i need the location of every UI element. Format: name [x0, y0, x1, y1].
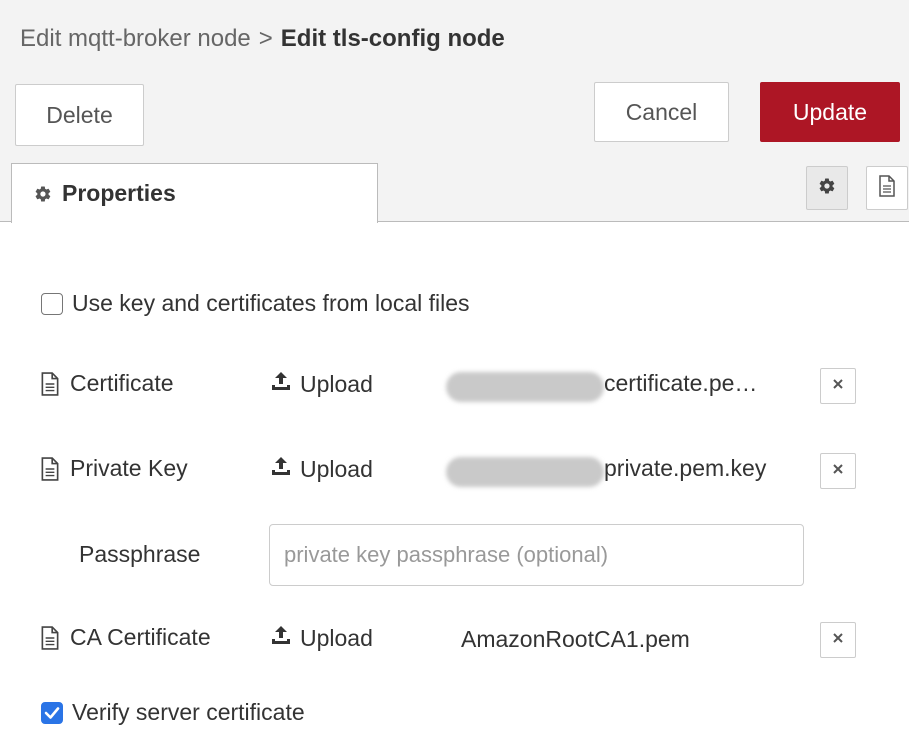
breadcrumb-separator: > [258, 25, 273, 52]
certificate-clear-button[interactable] [820, 368, 856, 404]
certificate-filename: certificate.pe… [604, 370, 758, 396]
breadcrumb-parent[interactable]: Edit mqtt-broker node [20, 25, 251, 53]
ca-certificate-upload-button[interactable]: Upload [270, 624, 373, 652]
private-key-filename: private.pem.key [604, 455, 767, 481]
breadcrumb: Edit mqtt-broker node > Edit tls-config … [0, 0, 909, 78]
breadcrumb-current: Edit tls-config node [280, 25, 505, 52]
ca-certificate-label: CA Certificate [70, 624, 211, 650]
private-key-upload-button[interactable]: Upload [270, 455, 373, 483]
private-key-clear-button[interactable] [820, 453, 856, 489]
tab-properties-label: Properties [62, 180, 176, 206]
verify-server-checkbox[interactable] [41, 702, 63, 724]
update-button[interactable]: Update [760, 82, 900, 142]
upload-icon [270, 455, 300, 483]
gear-icon [818, 177, 836, 200]
ca-certificate-upload-label: Upload [300, 624, 373, 651]
ca-certificate-clear-button[interactable] [820, 622, 856, 658]
cancel-button[interactable]: Cancel [594, 82, 729, 142]
tab-bar: Properties [0, 156, 909, 223]
certificate-label: Certificate [70, 370, 174, 396]
file-icon [40, 626, 60, 655]
settings-tab-button[interactable] [806, 166, 848, 210]
file-icon [40, 457, 60, 486]
close-icon [832, 462, 844, 480]
redacted-filename-prefix [446, 457, 604, 487]
ca-certificate-filename: AmazonRootCA1.pem [461, 626, 690, 652]
redacted-filename-prefix [446, 372, 604, 402]
close-icon [832, 631, 844, 649]
close-icon [832, 377, 844, 395]
file-icon [878, 174, 896, 202]
tab-properties[interactable]: Properties [11, 163, 378, 223]
gear-icon [34, 185, 52, 203]
local-files-checkbox[interactable] [41, 293, 63, 315]
certificate-upload-label: Upload [300, 370, 373, 397]
local-files-label: Use key and certificates from local file… [72, 290, 470, 316]
private-key-label: Private Key [70, 455, 188, 481]
delete-button[interactable]: Delete [15, 84, 144, 146]
file-icon [40, 372, 60, 401]
certificate-upload-button[interactable]: Upload [270, 370, 373, 398]
passphrase-input[interactable] [269, 524, 804, 586]
dialog-toolbar: Delete Cancel Update [0, 78, 909, 156]
private-key-upload-label: Upload [300, 455, 373, 482]
upload-icon [270, 624, 300, 652]
description-tab-button[interactable] [866, 166, 908, 210]
upload-icon [270, 370, 300, 398]
verify-server-label: Verify server certificate [72, 699, 305, 725]
passphrase-label: Passphrase [79, 541, 201, 567]
